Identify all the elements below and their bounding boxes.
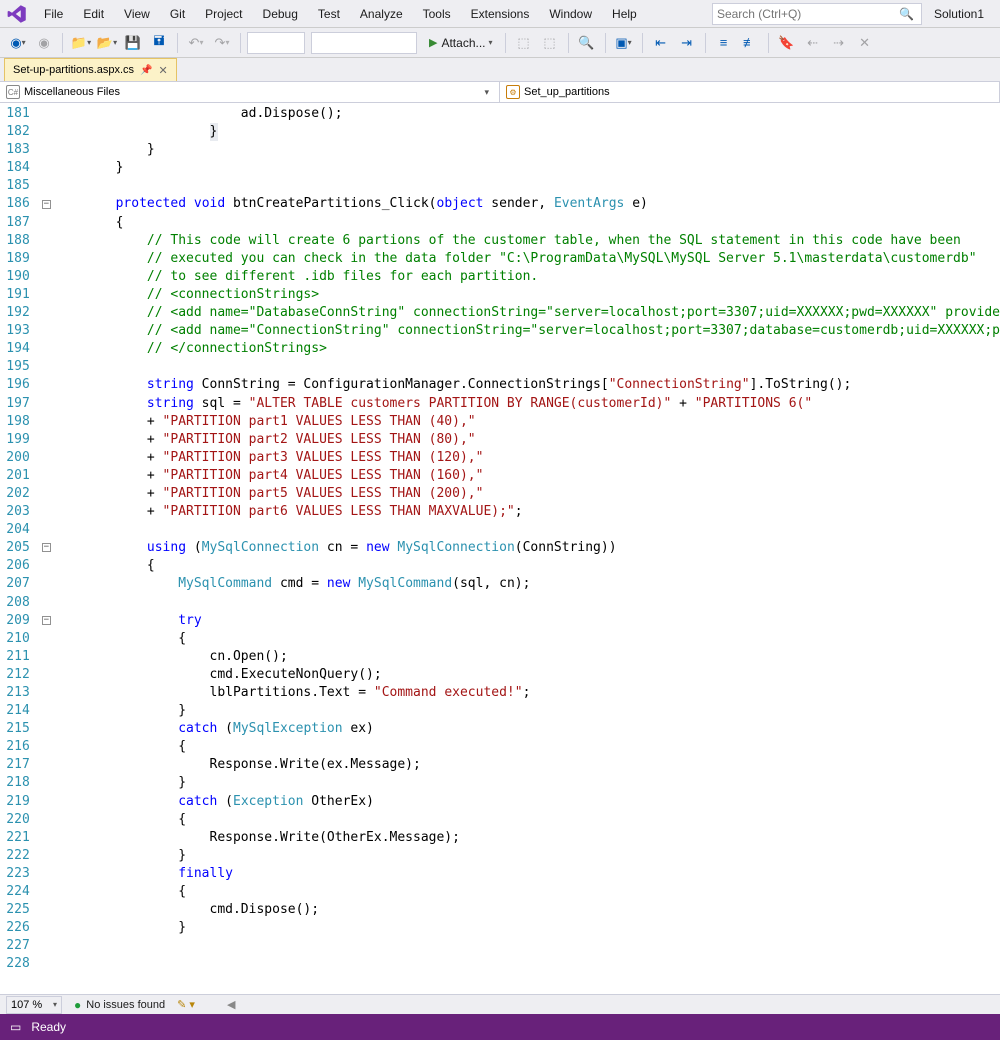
play-icon: ▶ (429, 36, 437, 49)
editor-area: 1811821831841851861871881891901911921931… (0, 103, 1000, 994)
menu-file[interactable]: File (34, 3, 73, 25)
editor-tab-active[interactable]: Set-up-partitions.aspx.cs 📌 ✕ (4, 58, 177, 81)
separator (177, 33, 178, 53)
editor-footer-bar: 107 % ▾ ● No issues found ✎ ▾ ◀ (0, 994, 1000, 1014)
pin-icon[interactable]: 📌 (140, 65, 152, 76)
fold-strip: −−− (42, 103, 49, 994)
search-box[interactable]: 🔍 (712, 3, 922, 25)
hscroll-left-icon[interactable]: ◀ (227, 998, 235, 1011)
menu-project[interactable]: Project (195, 3, 252, 25)
close-icon[interactable]: ✕ (159, 64, 168, 77)
menu-git[interactable]: Git (160, 3, 195, 25)
separator (705, 33, 706, 53)
nav-forward-button[interactable]: ◉ (32, 31, 56, 55)
code-nav-bar: C# Miscellaneous Files ▾ ⚙ Set_up_partit… (0, 81, 1000, 103)
output-window-icon[interactable]: ▭ (10, 1020, 21, 1034)
menu-extensions[interactable]: Extensions (461, 3, 540, 25)
code-editor[interactable]: 1811821831841851861871881891901911921931… (0, 103, 1000, 994)
save-button[interactable]: 💾 (121, 31, 145, 55)
chevron-down-icon: ▾ (53, 1000, 57, 1009)
separator (605, 33, 606, 53)
bookmark-button[interactable]: 🔖 (775, 31, 799, 55)
attach-label: Attach... (441, 36, 485, 50)
search-input[interactable] (717, 7, 896, 21)
class-dropdown[interactable]: ⚙ Set_up_partitions (500, 82, 1000, 102)
zoom-select[interactable]: 107 % ▾ (6, 996, 62, 1014)
menu-debug[interactable]: Debug (253, 3, 308, 25)
uncomment-button[interactable]: ≢ (738, 31, 762, 55)
separator (62, 33, 63, 53)
code-content[interactable]: ad.Dispose(); } } } protected void btnCr… (49, 103, 1000, 994)
menu-help[interactable]: Help (602, 3, 647, 25)
issues-text: No issues found (86, 999, 165, 1011)
find-in-files-button[interactable]: 🔍 (575, 31, 599, 55)
indent-buttons-2[interactable]: ⇥ (675, 31, 699, 55)
config-combo[interactable] (247, 32, 305, 54)
bookmark-prev-button[interactable]: ⇠ (801, 31, 825, 55)
menu-analyze[interactable]: Analyze (350, 3, 413, 25)
visual-studio-logo-icon (6, 3, 28, 25)
toolbar: ◉ ◉ 📁 📂 💾 🖬 ↶ ↷ ▶ Attach... ▾ ⬚ ⬚ 🔍 ▣ ⇤ … (0, 28, 1000, 58)
platform-combo[interactable] (311, 32, 417, 54)
separator (768, 33, 769, 53)
separator (568, 33, 569, 53)
separator (505, 33, 506, 53)
attach-button[interactable]: ▶ Attach... ▾ (423, 31, 499, 55)
chevron-down-icon: ▾ (484, 87, 493, 98)
cs-project-icon: C# (6, 85, 20, 99)
bookmark-clear-button[interactable]: ✕ (853, 31, 877, 55)
save-all-button[interactable]: 🖬 (147, 31, 171, 55)
open-file-button[interactable]: 📂 (95, 31, 119, 55)
editor-tab-bar: Set-up-partitions.aspx.cs 📌 ✕ (0, 58, 1000, 81)
namespace-dropdown[interactable]: C# Miscellaneous Files ▾ (0, 82, 500, 102)
class-icon: ⚙ (506, 85, 520, 99)
menu-view[interactable]: View (114, 3, 160, 25)
new-project-button[interactable]: 📁 (69, 31, 93, 55)
menubar: File Edit View Git Project Debug Test An… (0, 0, 1000, 28)
redo-button[interactable]: ↷ (210, 31, 234, 55)
menu-tools[interactable]: Tools (413, 3, 461, 25)
view-button[interactable]: ▣ (612, 31, 636, 55)
tab-filename: Set-up-partitions.aspx.cs (13, 64, 134, 76)
statusbar: ▭ Ready (0, 1014, 1000, 1040)
status-text: Ready (31, 1020, 66, 1034)
namespace-label: Miscellaneous Files (24, 86, 120, 98)
menu-test[interactable]: Test (308, 3, 350, 25)
tool-btn-2[interactable]: ⬚ (538, 31, 562, 55)
zoom-value: 107 % (11, 999, 42, 1011)
undo-button[interactable]: ↶ (184, 31, 208, 55)
comment-button[interactable]: ≡ (712, 31, 736, 55)
search-icon[interactable]: 🔍 (896, 7, 917, 21)
indent-buttons-1[interactable]: ⇤ (649, 31, 673, 55)
issues-indicator[interactable]: ● No issues found (74, 998, 165, 1012)
separator (642, 33, 643, 53)
bookmark-next-button[interactable]: ⇢ (827, 31, 851, 55)
tool-btn-1[interactable]: ⬚ (512, 31, 536, 55)
solution-name[interactable]: Solution1 (922, 7, 996, 21)
lightbulb-icon[interactable]: ✎ ▾ (177, 998, 195, 1011)
menu-window[interactable]: Window (539, 3, 602, 25)
ok-check-icon: ● (74, 998, 81, 1012)
separator (240, 33, 241, 53)
line-number-gutter: 1811821831841851861871881891901911921931… (0, 103, 42, 994)
menu-edit[interactable]: Edit (73, 3, 114, 25)
nav-back-button[interactable]: ◉ (6, 31, 30, 55)
class-label: Set_up_partitions (524, 86, 610, 98)
